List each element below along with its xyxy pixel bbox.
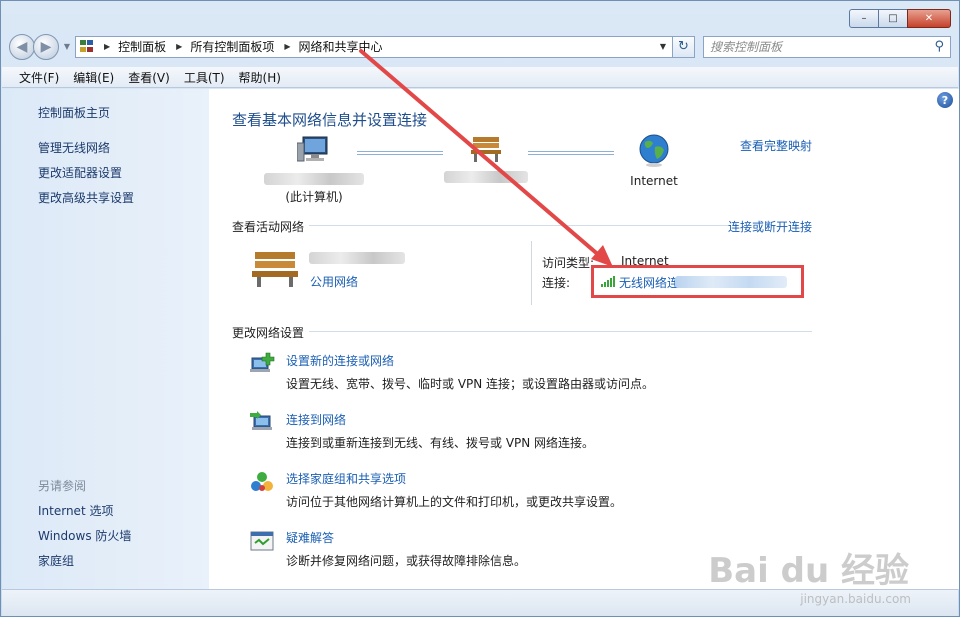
homegroup-icon [251, 472, 273, 491]
main-content: ? 查看基本网络信息并设置连接 查看完整映射 (此计算机) Internet 查… [209, 89, 959, 589]
caption-buttons: – □ ✕ [849, 9, 951, 28]
refresh-icon: ↻ [678, 39, 689, 54]
sidebar-item-homegroup[interactable]: 家庭组 [38, 552, 74, 569]
connect-network-desc: 连接到或重新连接到无线、有线、拨号或 VPN 网络连接。 [286, 436, 595, 450]
homegroup-sharing-desc: 访问位于其他网络计算机上的文件和打印机，或更改共享设置。 [286, 495, 623, 509]
baidu-watermark: Bai du 经验 [708, 551, 909, 591]
redacted-network-name [309, 252, 405, 264]
map-network[interactable] [441, 135, 531, 186]
troubleshoot-desc: 诊断并修复网络问题，或获得故障排除信息。 [286, 554, 527, 568]
forward-arrow-icon: ▶ [40, 38, 52, 55]
refresh-button[interactable]: ↻ [673, 35, 695, 58]
address-bar[interactable]: ▶ 控制面板 ▶ 所有控制面板项 ▶ 网络和共享中心 ▼ [75, 35, 673, 58]
map-internet[interactable]: Internet [614, 133, 694, 188]
section-divider [309, 331, 812, 332]
navigation-row: ◀ ▶ ▼ ▶ 控制面板 ▶ 所有控制面板项 ▶ 网络和共享中心 ▼ ↻ 搜索控… [9, 33, 951, 60]
chevron-right-icon[interactable]: ▶ [104, 42, 110, 51]
close-button[interactable]: ✕ [907, 9, 951, 28]
back-arrow-icon: ◀ [16, 38, 28, 55]
access-type-label: 访问类型: [542, 256, 595, 270]
chevron-right-icon[interactable]: ▶ [176, 42, 182, 51]
redacted-network-name [444, 171, 528, 183]
page-title: 查看基本网络信息并设置连接 [232, 111, 428, 129]
menu-help[interactable]: 帮助(H) [232, 69, 288, 86]
help-icon[interactable]: ? [937, 92, 953, 108]
control-panel-icon [80, 39, 96, 54]
highlight-box [591, 265, 804, 298]
sidebar-item-manage-wireless[interactable]: 管理无线网络 [38, 139, 110, 156]
section-divider [309, 225, 729, 226]
network-type-link[interactable]: 公用网络 [310, 273, 358, 290]
sidebar-item-firewall[interactable]: Windows 防火墙 [38, 527, 131, 544]
sidebar-item-adapter-settings[interactable]: 更改适配器设置 [38, 164, 122, 181]
bench-icon [252, 252, 298, 287]
map-this-computer[interactable]: (此计算机) [259, 135, 369, 205]
homegroup-sharing-link[interactable]: 选择家庭组和共享选项 [286, 470, 406, 487]
see-also-heading: 另请参阅 [38, 479, 87, 493]
menu-file[interactable]: 文件(F) [12, 69, 66, 86]
new-connection-icon [250, 352, 275, 372]
breadcrumb-control-panel[interactable]: 控制面板 [118, 38, 166, 55]
breadcrumb-network-center[interactable]: 网络和共享中心 [299, 38, 383, 55]
sidebar-item-advanced-sharing[interactable]: 更改高级共享设置 [38, 189, 134, 206]
connect-network-link[interactable]: 连接到网络 [286, 411, 346, 428]
internet-label: Internet [630, 174, 678, 188]
change-settings-heading: 更改网络设置 [232, 326, 305, 340]
forward-button[interactable]: ▶ [33, 33, 59, 60]
menu-tools[interactable]: 工具(T) [177, 69, 232, 86]
connect-disconnect-link[interactable]: 连接或断开连接 [728, 218, 812, 235]
search-placeholder: 搜索控制面板 [710, 40, 783, 54]
sidebar: 控制面板主页 管理无线网络 更改适配器设置 更改高级共享设置 另请参阅 Inte… [2, 89, 209, 589]
troubleshoot-link[interactable]: 疑难解答 [286, 529, 334, 546]
recent-pages-dropdown[interactable]: ▼ [61, 42, 73, 51]
menu-view[interactable]: 查看(V) [121, 69, 177, 86]
menu-edit[interactable]: 编辑(E) [66, 69, 121, 86]
maximize-button[interactable]: □ [878, 9, 908, 28]
search-icon[interactable]: ⚲ [934, 39, 944, 54]
redacted-computer-name [264, 173, 364, 185]
back-button[interactable]: ◀ [9, 33, 35, 60]
breadcrumb-all-items[interactable]: 所有控制面板项 [190, 38, 274, 55]
menu-bar: 文件(F) 编辑(E) 查看(V) 工具(T) 帮助(H) [2, 67, 958, 88]
view-full-map-link[interactable]: 查看完整映射 [740, 137, 812, 154]
chevron-right-icon[interactable]: ▶ [284, 42, 290, 51]
computer-icon [296, 136, 328, 162]
minimize-button[interactable]: – [849, 9, 879, 28]
active-networks-heading: 查看活动网络 [232, 220, 305, 234]
search-input[interactable]: 搜索控制面板 ⚲ [703, 35, 951, 58]
map-connector-line [528, 151, 614, 155]
baidu-watermark-url: jingyan.baidu.com [800, 592, 911, 606]
setup-connection-desc: 设置无线、宽带、拨号、临时或 VPN 连接；或设置路由器或访问点。 [286, 377, 655, 391]
address-dropdown[interactable]: ▼ [654, 42, 672, 51]
control-panel-window: – □ ✕ ◀ ▶ ▼ ▶ 控制面板 ▶ 所有控制面板项 ▶ 网络和共享中心 ▼… [0, 0, 960, 617]
sidebar-item-home[interactable]: 控制面板主页 [38, 104, 110, 121]
map-connector-line [357, 151, 443, 155]
connect-network-icon [250, 411, 272, 430]
sidebar-item-internet-options[interactable]: Internet 选项 [38, 502, 113, 519]
connection-label: 连接: [542, 276, 571, 290]
vertical-divider [531, 241, 532, 305]
this-computer-label: (此计算机) [285, 190, 343, 204]
bench-icon [471, 137, 501, 162]
globe-icon [639, 134, 669, 167]
setup-connection-link[interactable]: 设置新的连接或网络 [286, 352, 394, 369]
troubleshoot-icon [250, 531, 274, 551]
